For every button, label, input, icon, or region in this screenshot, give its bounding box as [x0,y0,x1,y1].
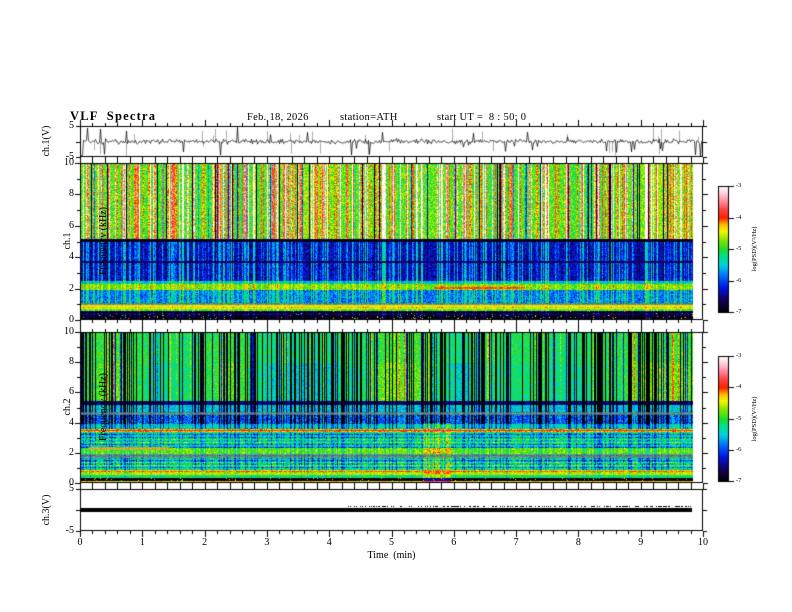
ch1-voltage-axis-label: ch.1(V) [41,111,53,171]
colorbar-tick-label: -4 [736,214,752,222]
spec2-frequency-axis-label: Frequency (kHz) [98,332,110,482]
spec2-channel-label: ch.2 [62,332,74,482]
colorbar1-label: log(PSD)(V²/Hz) [751,194,759,304]
figure-title: VLF Spectra [70,110,156,122]
colorbar-tick-label: -7 [736,308,752,316]
colorbar-tick-label: -6 [736,277,752,285]
time-axis-label: Time (min) [331,550,452,562]
y-tick-label: 6 [56,220,74,232]
ch3-voltage-axis-label: ch.3(V) [41,480,53,540]
y-tick-label: 0 [56,314,74,326]
colorbar2-label: log(PSD)(V²/Hz) [751,364,759,474]
x-tick-label: 10 [694,537,712,549]
y-tick-label: 8 [56,356,74,368]
colorbar-tick-label: -5 [736,415,752,423]
start-ut-label: start UT = 8 : 50: 0 [437,112,526,124]
y-tick-label: 2 [56,283,74,295]
station-label: station=ATH [340,112,398,124]
y-tick-label: 6 [56,386,74,398]
spec2-axis-label: ch.2 Frequency (kHz) [38,332,62,482]
y-tick-label: 8 [56,188,74,200]
y-tick-label: 4 [56,251,74,263]
x-tick-label: 0 [71,537,89,549]
colorbar-tick-label: -4 [736,383,752,391]
spec1-frequency-axis-label: Frequency (kHz) [98,166,110,316]
colorbar-tick-label: -6 [736,446,752,454]
vlf-spectra-figure: VLF Spectra Feb. 18, 2026 station=ATH st… [0,0,792,612]
x-tick-label: 5 [383,537,401,549]
date-label: Feb. 18, 2026 [247,112,309,124]
y-tick-label: -5 [56,525,74,537]
colorbar-tick-label: -5 [736,245,752,253]
x-tick-label: 9 [632,537,650,549]
y-tick-label: 0 [56,477,74,489]
colorbar-tick-label: -3 [736,352,752,360]
x-tick-label: 4 [320,537,338,549]
x-tick-label: 1 [133,537,151,549]
y-tick-label: 4 [56,417,74,429]
x-tick-label: 7 [507,537,525,549]
x-tick-label: 3 [258,537,276,549]
y-tick-label: 2 [56,447,74,459]
x-tick-label: 2 [196,537,214,549]
x-tick-label: 6 [445,537,463,549]
x-tick-label: 8 [569,537,587,549]
y-tick-label: 10 [56,326,74,338]
y-tick-label: 5 [56,120,74,132]
colorbar-tick-label: -3 [736,182,752,190]
colorbar-tick-label: -7 [736,477,752,485]
y-tick-label: 10 [56,157,74,169]
